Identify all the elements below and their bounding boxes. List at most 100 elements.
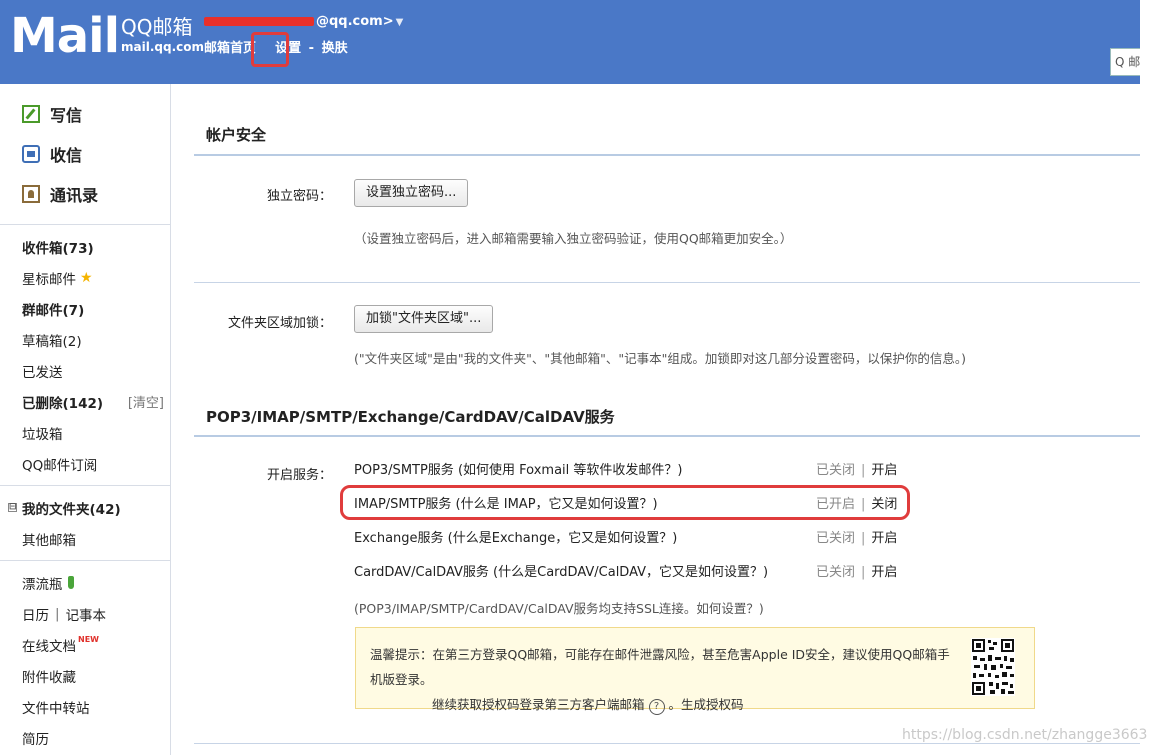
folder-inbox-label: 收件箱(73) [22, 240, 94, 257]
folder-group-label: 群邮件(7) [22, 302, 85, 319]
watermark: https://blog.csdn.net/zhangge3663 [902, 727, 1148, 743]
status-separator: | [861, 531, 866, 546]
compose-label: 写信 [50, 106, 83, 125]
enable-services-label: 开启服务： [266, 468, 332, 483]
status-text: 已关闭 [816, 463, 856, 478]
brand-domain: mail.qq.com [121, 40, 204, 54]
my-folders-label: 我的文件夹(42) [22, 501, 121, 518]
receive-label: 收信 [50, 146, 83, 165]
other-mailbox-label: 其他邮箱 [22, 532, 76, 549]
compose-button[interactable]: 写信 [0, 94, 170, 134]
contacts-icon [22, 185, 40, 203]
link-separator: | [55, 605, 60, 622]
toggle-exchange-link[interactable]: 开启 [871, 531, 897, 546]
my-folders[interactable]: ⊟ 我的文件夹(42) [0, 492, 170, 523]
folder-spam[interactable]: 垃圾箱 [0, 417, 170, 448]
service-carddav-status: 已关闭 | 开启 [816, 563, 897, 583]
notice-line-1: 温馨提示：在第三方登录QQ邮箱，可能存在邮件泄露风险，甚至危害Apple ID安… [370, 647, 950, 687]
status-separator: | [861, 565, 866, 580]
nav-skin[interactable]: 换肤 [322, 40, 348, 58]
bottle-icon [67, 576, 74, 589]
nav-mailbox-home[interactable]: 邮箱首页 [204, 40, 256, 58]
folder-sent-label: 已发送 [22, 364, 63, 381]
set-password-button[interactable]: 设置独立密码... [354, 179, 469, 207]
attachments-label: 附件收藏 [22, 669, 76, 686]
top-header: Mail QQ邮箱 mail.qq.com @qq.com> ▼ 邮箱首页 设置 … [0, 0, 1140, 84]
file-transfer-label: 文件中转站 [22, 700, 90, 717]
app-attachments[interactable]: 附件收藏 [0, 660, 170, 691]
ssl-hint[interactable]: (POP3/IMAP/SMTP/CardDAV/CalDAV服务均支持SSL连接… [354, 598, 764, 617]
service-exchange[interactable]: Exchange服务 (什么是Exchange，它又是如何设置？) [354, 529, 894, 549]
folder-subscriptions-label: QQ邮件订阅 [22, 457, 98, 474]
folder-subscriptions[interactable]: QQ邮件订阅 [0, 448, 170, 479]
folder-inbox[interactable]: 收件箱(73) [0, 231, 170, 262]
service-exchange-status: 已关闭 | 开启 [816, 529, 897, 549]
settings-panel: 帐户安全 独立密码： 设置独立密码... （设置独立密码后，进入邮箱需要输入独立… [182, 88, 1140, 755]
notice-line-2-text: 继续获取授权码登录第三方客户端邮箱 [432, 697, 645, 712]
user-email: @qq.com> [316, 14, 394, 29]
notice-text: 温馨提示：在第三方登录QQ邮箱，可能存在邮件泄露风险，甚至危害Apple ID安… [370, 642, 960, 717]
status-separator: | [861, 463, 866, 478]
folder-lock-label: 文件夹区域加锁： [227, 316, 332, 331]
compose-icon [22, 105, 40, 123]
calendar-link[interactable]: 日历 [22, 604, 49, 624]
service-pop3-smtp[interactable]: POP3/SMTP服务 (如何使用 Foxmail 等软件收发邮件？) [354, 461, 894, 481]
sidebar-divider [0, 560, 170, 561]
qr-code-icon [971, 638, 1015, 696]
search-input[interactable]: Q 邮 [1110, 48, 1140, 76]
settings-highlight-box [251, 32, 289, 67]
notepad-link[interactable]: 记事本 [66, 604, 107, 624]
section-rule [194, 154, 1140, 156]
service-pop3-status: 已关闭 | 开启 [816, 461, 897, 481]
app-resume[interactable]: 简历 [0, 722, 170, 753]
folder-starred-label: 星标邮件 [22, 271, 76, 288]
folder-spam-label: 垃圾箱 [22, 426, 63, 443]
empty-trash-link[interactable]: [清空] [128, 392, 164, 411]
folder-drafts[interactable]: 草稿箱(2) [0, 324, 170, 355]
independent-password-label: 独立密码： [266, 189, 332, 204]
section-title-services: POP3/IMAP/SMTP/Exchange/CardDAV/CalDAV服务 [206, 408, 615, 426]
receive-button[interactable]: 收信 [0, 134, 170, 174]
app-online-docs[interactable]: 在线文档 NEW [0, 629, 170, 660]
section-title-account-security: 帐户安全 [206, 126, 267, 144]
toggle-pop3-link[interactable]: 开启 [871, 463, 897, 478]
new-badge: NEW [78, 635, 99, 644]
folder-lock-button[interactable]: 加锁"文件夹区域"... [354, 305, 494, 333]
contacts-label: 通讯录 [50, 186, 99, 205]
status-text: 已关闭 [816, 565, 856, 580]
folder-deleted[interactable]: 已删除(142) [清空] [0, 386, 170, 417]
app-file-transfer[interactable]: 文件中转站 [0, 691, 170, 722]
folder-sent[interactable]: 已发送 [0, 355, 170, 386]
imap-highlight-box [340, 485, 910, 520]
sidebar: 写信 收信 通讯录 收件箱(73) 星标邮件 ★ 群邮件(7) 草稿箱(2) 已发… [0, 84, 171, 755]
dropdown-caret-icon[interactable]: ▼ [396, 17, 404, 28]
brand-title: QQ邮箱 [121, 15, 193, 39]
contacts-button[interactable]: 通讯录 [0, 174, 170, 214]
redacted-username [204, 17, 314, 26]
other-mailbox[interactable]: 其他邮箱 [0, 523, 170, 554]
resume-label: 简历 [22, 731, 49, 748]
star-icon: ★ [80, 269, 93, 286]
drift-bottle-label: 漂流瓶 [22, 576, 63, 593]
mail-logo[interactable]: Mail [10, 6, 120, 66]
brand-block: QQ邮箱 mail.qq.com [121, 14, 204, 54]
help-icon[interactable]: ? [648, 699, 665, 715]
folder-lock-hint: ("文件夹区域"是由"我的文件夹"、"其他邮箱"、"记事本"组成。加锁即对这几部… [354, 351, 967, 366]
sidebar-divider [0, 485, 170, 486]
notice-line-2: 继续获取授权码登录第三方客户端邮箱? 。生成授权码 [370, 692, 960, 717]
folder-drafts-label: 草稿箱(2) [22, 333, 82, 350]
folder-group-mail[interactable]: 群邮件(7) [0, 293, 170, 324]
user-account[interactable]: @qq.com> ▼ [204, 12, 403, 32]
toggle-carddav-link[interactable]: 开启 [871, 565, 897, 580]
status-text: 已关闭 [816, 531, 856, 546]
collapse-icon[interactable]: ⊟ [8, 503, 17, 512]
folder-starred[interactable]: 星标邮件 ★ [0, 262, 170, 293]
app-drift-bottle[interactable]: 漂流瓶 [0, 567, 170, 598]
security-notice: 温馨提示：在第三方登录QQ邮箱，可能存在邮件泄露风险，甚至危害Apple ID安… [355, 627, 1035, 715]
password-hint: （设置独立密码后，进入邮箱需要输入独立密码验证，使用QQ邮箱更加安全。） [354, 231, 793, 246]
generate-auth-code-link[interactable]: 。生成授权码 [669, 697, 744, 712]
inbox-icon [22, 145, 40, 163]
section-rule [194, 435, 1140, 437]
row-rule [194, 743, 1140, 744]
sidebar-divider [0, 224, 170, 225]
